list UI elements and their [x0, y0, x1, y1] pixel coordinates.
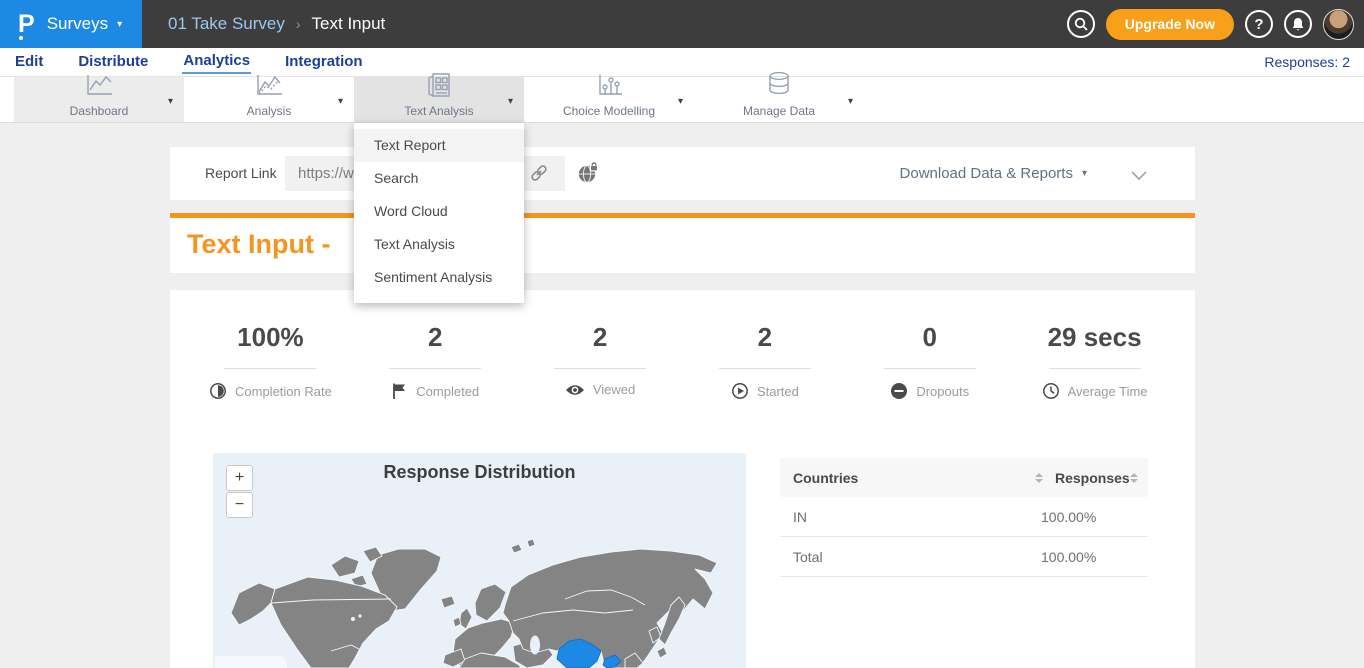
scatter-chart-icon [594, 73, 624, 103]
stats-row: 100% Completion Rate 2 Completed 2 [188, 322, 1177, 400]
tab-text-analysis[interactable]: Text Analysis ▾ [354, 77, 524, 122]
notifications-button[interactable] [1284, 10, 1312, 38]
product-switcher[interactable]: P Surveys ▾ [0, 0, 142, 48]
database-icon [766, 71, 792, 103]
caret-down-icon: ▾ [117, 19, 122, 30]
completion-rate-icon [209, 382, 227, 400]
map-title: Response Distribution [213, 462, 746, 483]
stat-average-time: 29 secs Average Time [1012, 322, 1177, 400]
caret-down-icon: ▾ [338, 96, 343, 107]
map-attribution [215, 656, 287, 668]
stat-completion-rate: 100% Completion Rate [188, 322, 353, 400]
questionpro-logo-icon: P [18, 12, 35, 37]
countries-table-header: Countries Responses [780, 458, 1148, 497]
caret-down-icon: ▾ [1082, 168, 1087, 179]
tab-analysis[interactable]: Analysis ▾ [184, 77, 354, 122]
text-report-icon [426, 72, 452, 103]
user-avatar[interactable] [1323, 9, 1354, 40]
report-link-bar: Report Link Download Data & Reports ▾ [170, 147, 1195, 200]
menu-item-search[interactable]: Search [354, 162, 524, 195]
search-button[interactable] [1067, 10, 1095, 38]
stat-completed: 2 Completed [353, 322, 518, 400]
bell-icon [1291, 17, 1305, 32]
menu-item-sentiment-analysis[interactable]: Sentiment Analysis [354, 261, 524, 294]
eye-icon [565, 383, 585, 397]
caret-down-icon: ▾ [508, 96, 513, 107]
responses-count: Responses: 2 [1264, 54, 1350, 70]
countries-column-header[interactable]: Countries [793, 470, 1035, 486]
minus-circle-icon [890, 382, 908, 400]
download-data-reports-menu[interactable]: Download Data & Reports ▾ [900, 147, 1087, 200]
breadcrumb: 01 Take Survey › Text Input [168, 0, 385, 48]
stat-started: 2 Started [682, 322, 847, 400]
subnav-edit[interactable]: Edit [14, 51, 44, 73]
menu-item-word-cloud[interactable]: Word Cloud [354, 195, 524, 228]
stat-dropouts: 0 Dropouts [847, 322, 1012, 400]
flag-icon [391, 382, 408, 400]
stat-viewed: 2 Viewed [518, 322, 683, 400]
play-circle-icon [731, 382, 749, 400]
upgrade-now-button[interactable]: Upgrade Now [1106, 9, 1234, 40]
breadcrumb-separator: › [296, 16, 301, 32]
tab-choice-modelling[interactable]: Choice Modelling ▾ [524, 77, 694, 122]
copy-link-icon[interactable] [528, 163, 550, 183]
subnav-integration[interactable]: Integration [284, 51, 364, 73]
page-title: Text Input - [187, 229, 330, 260]
responses-column-header[interactable]: Responses [1055, 470, 1130, 486]
menu-item-text-analysis[interactable]: Text Analysis [354, 228, 524, 261]
line-chart-icon [84, 73, 114, 103]
app-screen: P Surveys ▾ 01 Take Survey › Text Input … [0, 0, 1364, 668]
menu-item-text-report[interactable]: Text Report [354, 129, 524, 162]
table-row-total: Total 100.00% [780, 537, 1148, 577]
question-title-card: Text Input - [170, 218, 1195, 273]
subnav-analytics[interactable]: Analytics [182, 50, 251, 74]
search-icon [1074, 17, 1088, 31]
world-map [213, 453, 746, 668]
caret-down-icon: ▾ [678, 96, 683, 107]
product-name: Surveys [47, 14, 108, 34]
table-row: IN 100.00% [780, 497, 1148, 537]
help-button[interactable]: ? [1245, 10, 1273, 38]
text-analysis-dropdown: Text Report Search Word Cloud Text Analy… [354, 123, 524, 303]
response-distribution-map[interactable]: Response Distribution + − [213, 453, 746, 668]
breadcrumb-survey-link[interactable]: 01 Take Survey [168, 14, 285, 34]
subnav-distribute[interactable]: Distribute [77, 51, 149, 73]
survey-subnav: Edit Distribute Analytics Integration Re… [0, 48, 1364, 77]
clock-icon [1042, 382, 1060, 400]
question-mark-icon: ? [1254, 16, 1263, 33]
map-zoom-out-button[interactable]: − [226, 492, 253, 518]
top-bar: P Surveys ▾ 01 Take Survey › Text Input … [0, 0, 1364, 48]
sort-icon[interactable] [1035, 473, 1043, 483]
dashboard-card: 100% Completion Rate 2 Completed 2 [170, 290, 1195, 668]
breadcrumb-current-page: Text Input [312, 14, 386, 34]
countries-table: Countries Responses IN 100.00% Total 100… [780, 458, 1148, 577]
topbar-actions: Upgrade Now ? [1067, 0, 1354, 48]
tab-manage-data[interactable]: Manage Data ▾ [694, 77, 864, 122]
sort-icon[interactable] [1130, 473, 1138, 483]
caret-down-icon: ▾ [848, 96, 853, 107]
map-zoom-in-button[interactable]: + [226, 465, 253, 491]
globe-lock-icon[interactable] [576, 161, 600, 185]
collapse-chevron-icon[interactable] [1131, 167, 1147, 185]
tab-dashboard[interactable]: Dashboard ▾ [14, 77, 184, 122]
caret-down-icon: ▾ [168, 96, 173, 107]
area-chart-icon [254, 73, 284, 103]
analytics-toolbar: Dashboard ▾ Analysis ▾ Text Analysis ▾ C… [0, 77, 1364, 123]
report-link-label: Report Link [205, 147, 277, 200]
